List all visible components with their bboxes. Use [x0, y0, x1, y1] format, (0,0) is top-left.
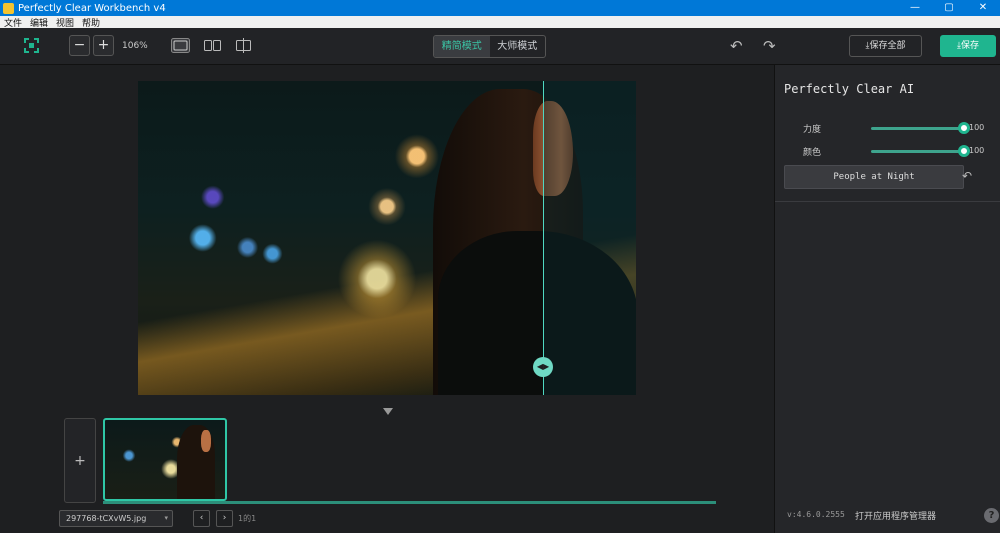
- menu-edit[interactable]: 编辑: [30, 16, 48, 29]
- save-button[interactable]: ⤓保存: [940, 35, 996, 57]
- open-app-manager-link[interactable]: 打开应用程序管理器: [855, 509, 936, 522]
- next-image-button[interactable]: ›: [216, 510, 233, 527]
- file-name-value: 297768-tCXvW5.jpg: [66, 514, 147, 523]
- close-button[interactable]: ✕: [966, 0, 1000, 16]
- color-track[interactable]: [871, 150, 963, 153]
- save-all-button[interactable]: ⤓保存全部: [849, 35, 922, 57]
- filmstrip-scrollbar[interactable]: [103, 501, 716, 504]
- panel-title: Perfectly Clear AI: [784, 82, 915, 96]
- menu-bar: 文件 编辑 视图 帮助: [0, 16, 1000, 29]
- help-icon[interactable]: ?: [984, 508, 999, 523]
- add-image-button[interactable]: +: [64, 418, 96, 503]
- split-divider-handle[interactable]: ◀▶: [533, 357, 553, 377]
- color-value: 100: [969, 146, 985, 155]
- split-divider-line[interactable]: [543, 81, 544, 395]
- file-name-select[interactable]: 297768-tCXvW5.jpg ▾: [59, 510, 173, 527]
- preset-select[interactable]: People at Night: [784, 165, 964, 189]
- window-title: Perfectly Clear Workbench v4: [18, 2, 166, 14]
- prev-image-button[interactable]: ‹: [193, 510, 210, 527]
- after-preview-overlay: [543, 81, 636, 395]
- menu-view[interactable]: 视图: [56, 16, 74, 29]
- app-logo-icon: [3, 2, 14, 14]
- reset-preset-icon[interactable]: ↶: [962, 169, 972, 183]
- zoom-out-button[interactable]: −: [69, 35, 90, 56]
- crop-logo-icon[interactable]: [24, 38, 39, 53]
- undo-button[interactable]: ↶: [730, 38, 746, 54]
- chevron-down-icon: ▾: [164, 514, 168, 522]
- toolbar: − + 106% 精简模式 大师模式 ↶ ↷ ⤓保存全部 ⤓保存: [0, 28, 1000, 65]
- image-page-count: 1的1: [238, 514, 257, 523]
- color-slider[interactable]: 颜色 100: [803, 145, 985, 158]
- panel-divider: [775, 201, 1000, 202]
- menu-help[interactable]: 帮助: [82, 16, 100, 29]
- zoom-level: 106%: [122, 41, 148, 51]
- version-label: v:4.6.0.2555: [787, 510, 845, 519]
- side-by-side-view-icon[interactable]: [203, 38, 222, 53]
- image-workspace: ◀▶ + 297768-tCXvW5.jpg ▾ ‹ › 1的1: [0, 65, 774, 533]
- title-bar: Perfectly Clear Workbench v4 — ▢ ✕: [0, 0, 1000, 16]
- master-mode-tab[interactable]: 大师模式: [490, 36, 546, 57]
- strength-value: 100: [969, 123, 985, 132]
- redo-button[interactable]: ↷: [763, 38, 779, 54]
- thumbnail-subject-face: [201, 430, 211, 452]
- split-view-icon[interactable]: [234, 38, 253, 53]
- strength-label: 力度: [803, 125, 822, 135]
- mode-switch: 精简模式 大师模式: [433, 35, 546, 58]
- zoom-in-button[interactable]: +: [93, 35, 114, 56]
- simple-mode-tab[interactable]: 精简模式: [434, 36, 490, 57]
- image-thumbnail[interactable]: [103, 418, 227, 501]
- collapse-filmstrip-arrow-icon[interactable]: [383, 408, 393, 415]
- color-label: 颜色: [803, 148, 822, 158]
- preview-image[interactable]: [138, 81, 636, 395]
- adjustments-panel: Perfectly Clear AI 力度 100 颜色 100 People …: [774, 65, 1000, 533]
- minimize-button[interactable]: —: [898, 0, 932, 16]
- single-view-icon[interactable]: [171, 38, 190, 53]
- strength-slider[interactable]: 力度 100: [803, 122, 985, 135]
- menu-file[interactable]: 文件: [4, 16, 22, 29]
- strength-track[interactable]: [871, 127, 963, 130]
- maximize-button[interactable]: ▢: [932, 0, 966, 16]
